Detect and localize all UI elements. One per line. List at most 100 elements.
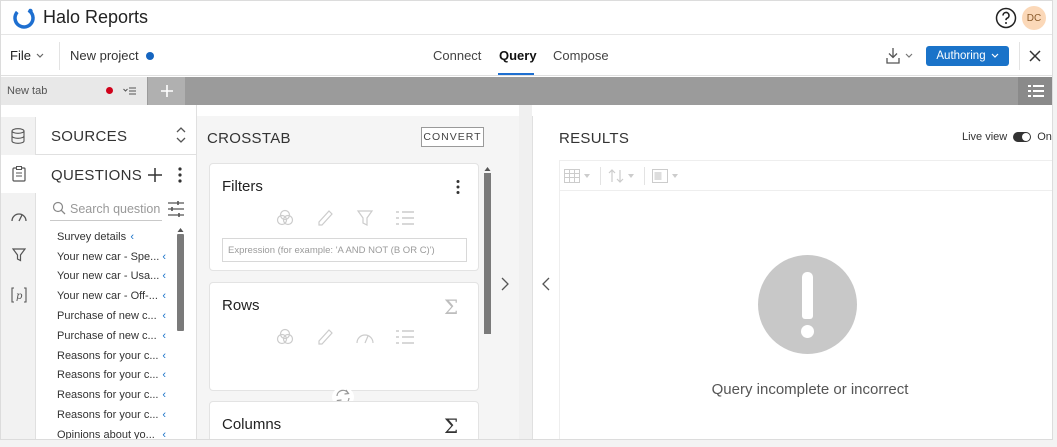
rail-measures[interactable] xyxy=(1,197,36,235)
left-rail: p xyxy=(1,117,36,439)
authoring-label: Authoring xyxy=(936,50,986,62)
expression-input[interactable]: Expression (for example: 'A AND NOT (B O… xyxy=(222,238,467,262)
clipboard-icon xyxy=(11,166,26,182)
crosstab-scrollbar[interactable] xyxy=(484,173,491,334)
search-icon xyxy=(52,201,66,215)
question-list-scrollbar[interactable] xyxy=(177,234,184,331)
list-item[interactable]: Reasons for your c... ‹ xyxy=(57,346,172,366)
chevron-left-icon: ‹ xyxy=(162,409,166,422)
list-item-label: Reasons for your c... xyxy=(57,389,159,402)
list-item[interactable]: Your new car - Usa... ‹ xyxy=(57,267,172,287)
project-name[interactable]: New project xyxy=(70,48,139,63)
rows-card: Rows Σ xyxy=(209,282,479,391)
layout-icon xyxy=(652,169,668,183)
chevron-left-icon: ‹ xyxy=(162,369,166,382)
chevron-right-icon[interactable] xyxy=(500,277,510,291)
list-item[interactable]: Opinions about yo... ‹ xyxy=(57,425,172,440)
question-list: Survey details ‹ Your new car - Spe... ‹ Y… xyxy=(57,227,172,440)
halo-logo-icon xyxy=(13,7,35,29)
rows-toolbar xyxy=(274,327,416,347)
list-item[interactable]: Reasons for your c... ‹ xyxy=(57,385,172,405)
list-item-label: Your new car - Usa... xyxy=(57,270,160,283)
pencil-icon[interactable] xyxy=(314,327,336,347)
sigma-icon[interactable]: Σ xyxy=(444,295,458,319)
sources-header[interactable]: SOURCES xyxy=(1,117,196,155)
list-item[interactable]: Reasons for your c... ‹ xyxy=(57,405,172,425)
list-icon[interactable] xyxy=(394,208,416,228)
chevron-left-icon[interactable] xyxy=(541,277,551,291)
user-avatar[interactable]: DC xyxy=(1022,6,1046,30)
convert-button[interactable]: CONVERT xyxy=(421,127,484,147)
list-item[interactable]: Reasons for your c... ‹ xyxy=(57,366,172,386)
more-options-icon[interactable] xyxy=(455,179,461,195)
scroll-up-icon[interactable] xyxy=(484,166,491,172)
crosstab-panel: CROSSTAB CONVERT Filters Expression (for… xyxy=(197,116,519,439)
columns-title: Columns xyxy=(222,416,282,433)
expand-collapse-icon[interactable] xyxy=(175,126,187,144)
venn-icon[interactable] xyxy=(274,208,296,228)
unsaved-indicator xyxy=(146,52,154,60)
tab-unsaved-indicator xyxy=(106,87,113,94)
layout-button[interactable] xyxy=(652,166,679,186)
list-item[interactable]: Survey details ‹ xyxy=(57,227,172,247)
tab-compose[interactable]: Compose xyxy=(553,48,609,63)
search-input[interactable] xyxy=(70,199,160,219)
download-icon[interactable] xyxy=(885,47,915,65)
authoring-button[interactable]: Authoring xyxy=(926,46,1009,66)
list-icon xyxy=(1028,85,1044,97)
app-title: Halo Reports xyxy=(43,7,149,27)
add-question-icon[interactable] xyxy=(147,167,163,183)
live-view-toggle[interactable] xyxy=(1013,132,1032,142)
chevron-left-icon: ‹ xyxy=(162,290,166,303)
venn-icon[interactable] xyxy=(274,327,296,347)
results-message: Query incomplete or incorrect xyxy=(711,381,909,398)
tab-connect[interactable]: Connect xyxy=(433,48,481,63)
filter-settings-icon[interactable] xyxy=(167,200,185,218)
document-tab[interactable]: New tab xyxy=(1,77,147,105)
chevron-left-icon: ‹ xyxy=(162,310,166,323)
list-item[interactable]: Purchase of new c... ‹ xyxy=(57,306,172,326)
sort-icon xyxy=(608,169,624,183)
list-item[interactable]: Purchase of new c... ‹ xyxy=(57,326,172,346)
rail-questions[interactable] xyxy=(1,155,36,193)
pencil-icon[interactable] xyxy=(314,208,336,228)
list-item[interactable]: Your new car - Off-... ‹ xyxy=(57,286,172,306)
list-item-label: Purchase of new c... xyxy=(57,329,157,342)
parameter-icon: p xyxy=(10,287,27,303)
list-item-label: Reasons for your c... xyxy=(57,409,159,422)
results-area: Query incomplete or incorrect xyxy=(559,160,1052,439)
list-icon[interactable] xyxy=(394,327,416,347)
more-options-icon[interactable] xyxy=(176,166,184,184)
results-toolbar xyxy=(560,161,1052,191)
question-search xyxy=(50,197,162,221)
chevron-left-icon: ‹ xyxy=(162,270,166,283)
tab-menu-icon[interactable] xyxy=(123,85,137,97)
add-tab-button[interactable] xyxy=(151,80,183,102)
live-view-control[interactable]: Live view On xyxy=(962,131,1052,143)
rail-parameters[interactable]: p xyxy=(1,276,36,314)
gauge-icon[interactable] xyxy=(354,327,376,347)
document-tab-label: New tab xyxy=(7,85,48,97)
close-icon[interactable] xyxy=(1028,49,1042,63)
toolbar-divider xyxy=(600,167,601,185)
help-icon[interactable] xyxy=(995,7,1017,29)
results-panel: RESULTS Live view On Query incomplete or… xyxy=(532,116,1052,439)
live-view-state: On xyxy=(1037,131,1052,143)
sigma-icon[interactable]: Σ xyxy=(444,414,458,438)
chevron-left-icon: ‹ xyxy=(162,428,166,440)
filter-icon[interactable] xyxy=(354,208,376,228)
rail-sources[interactable] xyxy=(1,117,36,155)
chevron-left-icon: ‹ xyxy=(162,389,166,402)
filter-icon xyxy=(11,248,26,262)
file-menu[interactable]: File xyxy=(10,48,44,63)
active-tab-indicator xyxy=(498,73,534,75)
rail-filters[interactable] xyxy=(1,236,36,274)
scroll-up-icon[interactable] xyxy=(177,227,184,233)
list-item-label: Reasons for your c... xyxy=(57,369,159,382)
sort-button[interactable] xyxy=(608,166,635,186)
list-view-button[interactable] xyxy=(1018,77,1052,105)
chevron-left-icon: ‹ xyxy=(162,349,166,362)
list-item[interactable]: Your new car - Spe... ‹ xyxy=(57,247,172,267)
tab-query[interactable]: Query xyxy=(499,48,537,63)
table-view-button[interactable] xyxy=(564,166,591,186)
